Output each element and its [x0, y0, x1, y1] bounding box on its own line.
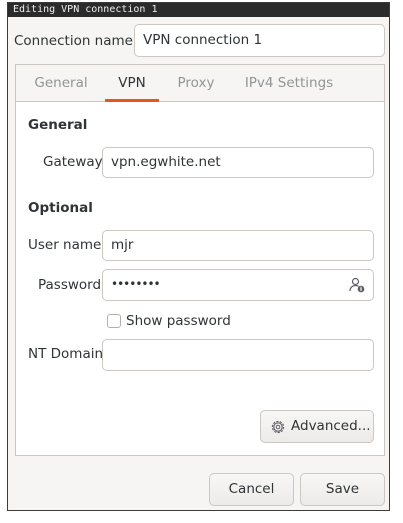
cancel-button[interactable]: Cancel — [209, 473, 294, 506]
username-input[interactable]: mjr — [102, 230, 374, 261]
optional-section-title: Optional — [28, 200, 93, 216]
window-titlebar[interactable]: Editing VPN connection 1 — [8, 3, 389, 17]
connection-name-label: Connection name — [14, 33, 133, 49]
vpn-editor-window: Editing VPN connection 1 Connection name… — [7, 2, 390, 511]
password-input[interactable]: •••••••• — [102, 269, 374, 301]
show-password-checkbox[interactable] — [107, 314, 121, 328]
gateway-label: Gateway — [43, 154, 103, 170]
tab-general[interactable]: General — [28, 65, 94, 101]
tab-bar: General VPN Proxy IPv4 Settings — [16, 65, 384, 102]
advanced-button[interactable]: Advanced... — [260, 410, 374, 443]
general-section-title: General — [28, 117, 88, 133]
window-title: Editing VPN connection 1 — [13, 4, 158, 15]
settings-notebook: General VPN Proxy IPv4 Settings General … — [15, 64, 385, 456]
user-info-icon[interactable] — [349, 277, 365, 293]
password-value: •••••••• — [111, 277, 161, 291]
username-label: User name — [28, 237, 102, 253]
tab-proxy[interactable]: Proxy — [171, 65, 221, 101]
tab-vpn[interactable]: VPN — [105, 65, 159, 102]
advanced-button-label: Advanced... — [291, 418, 371, 434]
nt-domain-label: NT Domain — [28, 346, 104, 362]
gear-icon — [270, 419, 286, 435]
password-label: Password — [38, 277, 102, 293]
gateway-input[interactable]: vpn.egwhite.net — [102, 147, 374, 178]
tab-ipv4-settings[interactable]: IPv4 Settings — [240, 65, 338, 101]
show-password-label[interactable]: Show password — [126, 313, 231, 329]
save-button[interactable]: Save — [300, 473, 385, 506]
connection-name-input[interactable]: VPN connection 1 — [134, 24, 385, 57]
nt-domain-input[interactable] — [102, 339, 374, 371]
